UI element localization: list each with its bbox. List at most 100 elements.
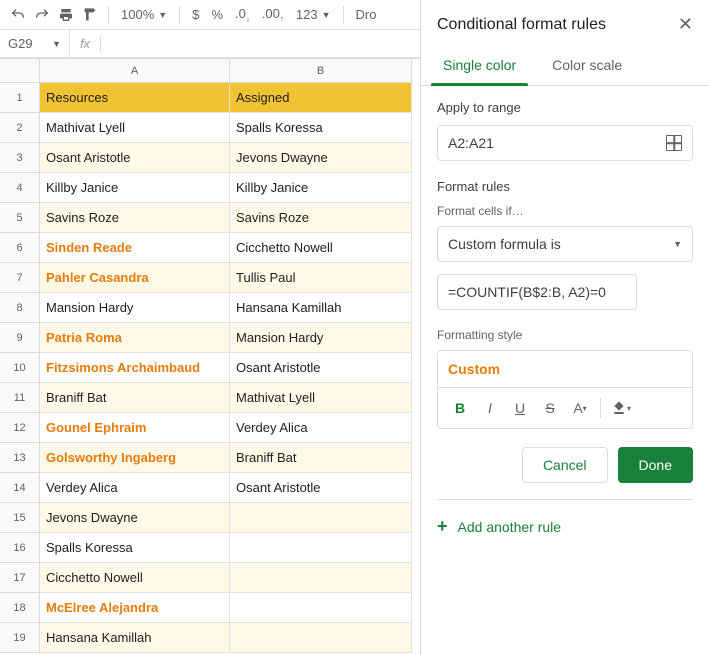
cell[interactable]: Hansana Kamillah <box>230 293 412 323</box>
format-rules-label: Format rules <box>437 179 693 194</box>
paint-format-icon[interactable] <box>80 5 100 25</box>
cell[interactable]: Braniff Bat <box>40 383 230 413</box>
cell[interactable] <box>230 563 412 593</box>
cell[interactable]: Killby Janice <box>40 173 230 203</box>
format-currency[interactable]: $ <box>188 7 203 22</box>
strike-button[interactable]: S <box>536 394 564 422</box>
row-header[interactable]: 1 <box>0 83 40 113</box>
fx-label: fx <box>70 36 100 51</box>
name-box[interactable]: G29 ▼ <box>0 30 70 57</box>
separator <box>179 6 180 24</box>
cell[interactable]: Patria Roma <box>40 323 230 353</box>
cell[interactable]: Osant Aristotle <box>40 143 230 173</box>
row-header[interactable]: 5 <box>0 203 40 233</box>
cell[interactable]: Jevons Dwayne <box>40 503 230 533</box>
row-header[interactable]: 10 <box>0 353 40 383</box>
cell[interactable]: Golsworthy Ingaberg <box>40 443 230 473</box>
print-icon[interactable] <box>56 5 76 25</box>
italic-button[interactable]: I <box>476 394 504 422</box>
undo-icon[interactable] <box>8 5 28 25</box>
column-header[interactable]: A <box>40 59 230 83</box>
cell[interactable]: Gounel Ephraim <box>40 413 230 443</box>
row-header[interactable]: 8 <box>0 293 40 323</box>
cell[interactable]: Mansion Hardy <box>40 293 230 323</box>
cell[interactable]: Verdey Alica <box>230 413 412 443</box>
add-another-rule[interactable]: + Add another rule <box>437 500 693 553</box>
cell[interactable]: Verdey Alica <box>40 473 230 503</box>
cell[interactable] <box>230 623 412 653</box>
underline-button[interactable]: U <box>506 394 534 422</box>
range-field[interactable]: A2:A21 <box>437 125 693 161</box>
cell[interactable]: Savins Roze <box>230 203 412 233</box>
cell[interactable]: Osant Aristotle <box>230 473 412 503</box>
formula-field[interactable]: =COUNTIF(B$2:B, A2)=0 <box>437 274 637 310</box>
close-icon[interactable]: ✕ <box>678 14 693 35</box>
cell[interactable]: McElree Alejandra <box>40 593 230 623</box>
chevron-down-icon: ▼ <box>322 10 331 20</box>
row-header[interactable]: 11 <box>0 383 40 413</box>
range-value: A2:A21 <box>448 135 494 151</box>
cell[interactable]: Killby Janice <box>230 173 412 203</box>
cell[interactable] <box>230 533 412 563</box>
row-header[interactable]: 17 <box>0 563 40 593</box>
cell[interactable]: Savins Roze <box>40 203 230 233</box>
formatting-style-label: Formatting style <box>437 328 693 342</box>
fill-color-button[interactable]: ▾ <box>607 394 635 422</box>
row-header[interactable]: 14 <box>0 473 40 503</box>
spreadsheet: AB1ResourcesAssigned2Mathivat LyellSpall… <box>0 58 420 655</box>
cell[interactable]: Tullis Paul <box>230 263 412 293</box>
name-box-value: G29 <box>8 36 33 51</box>
cancel-button[interactable]: Cancel <box>522 447 608 483</box>
row-header[interactable]: 7 <box>0 263 40 293</box>
done-button[interactable]: Done <box>618 447 693 483</box>
cell[interactable]: Cicchetto Nowell <box>230 233 412 263</box>
cell[interactable]: Braniff Bat <box>230 443 412 473</box>
condition-value: Custom formula is <box>448 236 561 252</box>
cell[interactable]: Hansana Kamillah <box>40 623 230 653</box>
cell[interactable]: Spalls Koressa <box>230 113 412 143</box>
text-color-button[interactable]: A ▾ <box>566 394 594 422</box>
cell[interactable]: Resources <box>40 83 230 113</box>
tab-single-color[interactable]: Single color <box>437 45 522 85</box>
add-rule-label: Add another rule <box>458 519 562 535</box>
tab-color-scale[interactable]: Color scale <box>546 45 628 85</box>
row-header[interactable]: 15 <box>0 503 40 533</box>
cell[interactable] <box>230 503 412 533</box>
increase-decimal[interactable]: .00↑ <box>258 6 288 24</box>
row-header[interactable]: 19 <box>0 623 40 653</box>
select-all-corner[interactable] <box>0 59 40 83</box>
cell[interactable]: Mathivat Lyell <box>40 113 230 143</box>
row-header[interactable]: 2 <box>0 113 40 143</box>
cell[interactable]: Jevons Dwayne <box>230 143 412 173</box>
row-header[interactable]: 16 <box>0 533 40 563</box>
row-header[interactable]: 9 <box>0 323 40 353</box>
number-format-select[interactable]: 123 ▼ <box>292 7 335 22</box>
font-select[interactable]: Dro <box>352 7 381 22</box>
cell[interactable]: Cicchetto Nowell <box>40 563 230 593</box>
cell[interactable]: Mathivat Lyell <box>230 383 412 413</box>
row-header[interactable]: 13 <box>0 443 40 473</box>
redo-icon[interactable] <box>32 5 52 25</box>
row-header[interactable]: 4 <box>0 173 40 203</box>
cell[interactable]: Fitzsimons Archaimbaud <box>40 353 230 383</box>
select-range-icon[interactable] <box>666 135 682 151</box>
cell[interactable]: Pahler Casandra <box>40 263 230 293</box>
style-toolbar: B I U S A ▾ ▾ <box>438 388 692 428</box>
cell[interactable]: Assigned <box>230 83 412 113</box>
column-header[interactable]: B <box>230 59 412 83</box>
bold-button[interactable]: B <box>446 394 474 422</box>
style-box: Custom B I U S A ▾ ▾ <box>437 350 693 429</box>
decrease-decimal[interactable]: .0↓ <box>231 6 254 24</box>
cell[interactable]: Osant Aristotle <box>230 353 412 383</box>
cell[interactable]: Spalls Koressa <box>40 533 230 563</box>
cell[interactable] <box>230 593 412 623</box>
cell[interactable]: Sinden Reade <box>40 233 230 263</box>
row-header[interactable]: 3 <box>0 143 40 173</box>
row-header[interactable]: 18 <box>0 593 40 623</box>
format-percent[interactable]: % <box>207 7 227 22</box>
condition-select[interactable]: Custom formula is ▼ <box>437 226 693 262</box>
zoom-select[interactable]: 100% ▼ <box>117 7 171 22</box>
row-header[interactable]: 12 <box>0 413 40 443</box>
row-header[interactable]: 6 <box>0 233 40 263</box>
cell[interactable]: Mansion Hardy <box>230 323 412 353</box>
